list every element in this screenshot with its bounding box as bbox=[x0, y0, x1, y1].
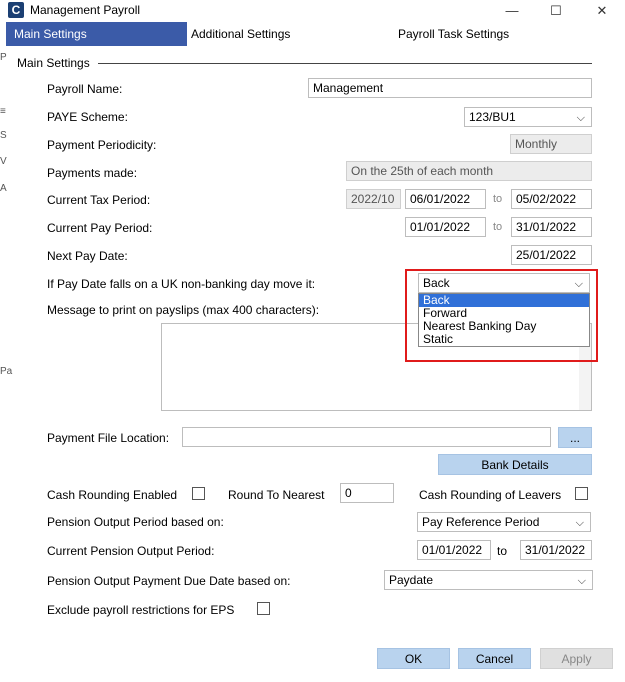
payments-made-field: On the 25th of each month bbox=[346, 161, 592, 181]
pay-period-to-label: to bbox=[493, 221, 503, 233]
window-title: Management Payroll bbox=[30, 3, 141, 17]
pay-period-from: 01/01/2022 bbox=[405, 217, 486, 237]
tax-period-to: 05/02/2022 bbox=[511, 189, 592, 209]
background-fragment: A bbox=[0, 183, 7, 194]
app-logo-icon: C bbox=[8, 2, 24, 18]
pension-period-basis-value: Pay Reference Period bbox=[422, 515, 540, 529]
current-pension-period-label: Current Pension Output Period: bbox=[47, 544, 215, 558]
payslip-message-label: Message to print on payslips (max 400 ch… bbox=[47, 303, 320, 317]
exclude-restrictions-label: Exclude payroll restrictions for EPS bbox=[47, 603, 235, 617]
round-to-nearest-label: Round To Nearest bbox=[228, 488, 325, 502]
tab-additional-settings[interactable]: Additional Settings bbox=[183, 22, 323, 46]
non-banking-day-label: If Pay Date falls on a UK non-banking da… bbox=[47, 277, 316, 291]
payment-periodicity-label: Payment Periodicity: bbox=[47, 138, 157, 152]
pension-period-basis-select[interactable]: Pay Reference Period ⌵ bbox=[417, 512, 591, 532]
cash-rounding-checkbox[interactable] bbox=[192, 487, 205, 500]
bank-details-button[interactable]: Bank Details bbox=[438, 454, 592, 475]
current-tax-period-label: Current Tax Period: bbox=[47, 193, 151, 207]
tab-main-settings[interactable]: Main Settings bbox=[6, 22, 187, 46]
pension-period-to-label: to bbox=[497, 544, 508, 558]
next-pay-date-field: 25/01/2022 bbox=[511, 245, 592, 265]
pension-payment-due-select[interactable]: Paydate ⌵ bbox=[384, 570, 593, 590]
title-bar: C Management Payroll — ☐ ✕ bbox=[0, 0, 625, 22]
payments-made-label: Payments made: bbox=[47, 166, 138, 180]
pension-period-to: 31/01/2022 bbox=[520, 540, 592, 560]
background-fragment: P bbox=[0, 52, 7, 63]
background-fragment: V bbox=[0, 156, 7, 167]
payment-file-label: Payment File Location: bbox=[47, 431, 170, 445]
tax-period-to-label: to bbox=[493, 193, 503, 205]
round-to-nearest-input[interactable]: 0 bbox=[340, 483, 394, 503]
browse-button[interactable]: ... bbox=[558, 427, 592, 448]
exclude-restrictions-checkbox[interactable] bbox=[257, 602, 270, 615]
cancel-button[interactable]: Cancel bbox=[458, 648, 531, 669]
annotation-highlight-box bbox=[405, 269, 598, 362]
minimize-button[interactable]: — bbox=[489, 0, 535, 22]
tab-payroll-task-settings[interactable]: Payroll Task Settings bbox=[390, 22, 540, 46]
paye-scheme-select[interactable]: 123/BU1 ⌵ bbox=[464, 107, 592, 127]
cash-rounding-leavers-label: Cash Rounding of Leavers bbox=[419, 488, 562, 502]
cash-rounding-leavers-checkbox[interactable] bbox=[575, 487, 588, 500]
pension-payment-due-value: Paydate bbox=[389, 573, 434, 587]
payment-file-input[interactable] bbox=[182, 427, 551, 447]
paye-scheme-value: 123/BU1 bbox=[469, 110, 516, 124]
pension-payment-due-label: Pension Output Payment Due Date based on… bbox=[47, 574, 291, 588]
payment-periodicity-field: Monthly bbox=[510, 134, 592, 154]
payroll-name-input[interactable]: Management bbox=[308, 78, 592, 98]
chevron-down-icon: ⌵ bbox=[577, 575, 586, 587]
chevron-down-icon: ⌵ bbox=[575, 517, 584, 529]
background-fragment: S bbox=[0, 130, 7, 141]
ok-button[interactable]: OK bbox=[377, 648, 450, 669]
pension-period-from: 01/01/2022 bbox=[417, 540, 491, 560]
cash-rounding-label: Cash Rounding Enabled bbox=[47, 488, 178, 502]
close-button[interactable]: ✕ bbox=[579, 0, 625, 22]
chevron-down-icon: ⌵ bbox=[576, 112, 585, 124]
paye-scheme-label: PAYE Scheme: bbox=[47, 110, 128, 124]
pension-period-basis-label: Pension Output Period based on: bbox=[47, 515, 224, 529]
pay-period-to: 31/01/2022 bbox=[511, 217, 592, 237]
tax-period-from: 06/01/2022 bbox=[405, 189, 486, 209]
apply-button[interactable]: Apply bbox=[540, 648, 613, 669]
section-divider bbox=[98, 63, 592, 64]
current-pay-period-label: Current Pay Period: bbox=[47, 221, 153, 235]
background-fragment: Pa bbox=[0, 366, 13, 377]
tax-period-number: 2022/10 bbox=[346, 189, 401, 209]
maximize-button[interactable]: ☐ bbox=[533, 0, 579, 22]
payroll-name-label: Payroll Name: bbox=[47, 82, 123, 96]
background-fragment: ≡ bbox=[0, 106, 6, 117]
section-title: Main Settings bbox=[17, 56, 90, 70]
next-pay-date-label: Next Pay Date: bbox=[47, 249, 128, 263]
